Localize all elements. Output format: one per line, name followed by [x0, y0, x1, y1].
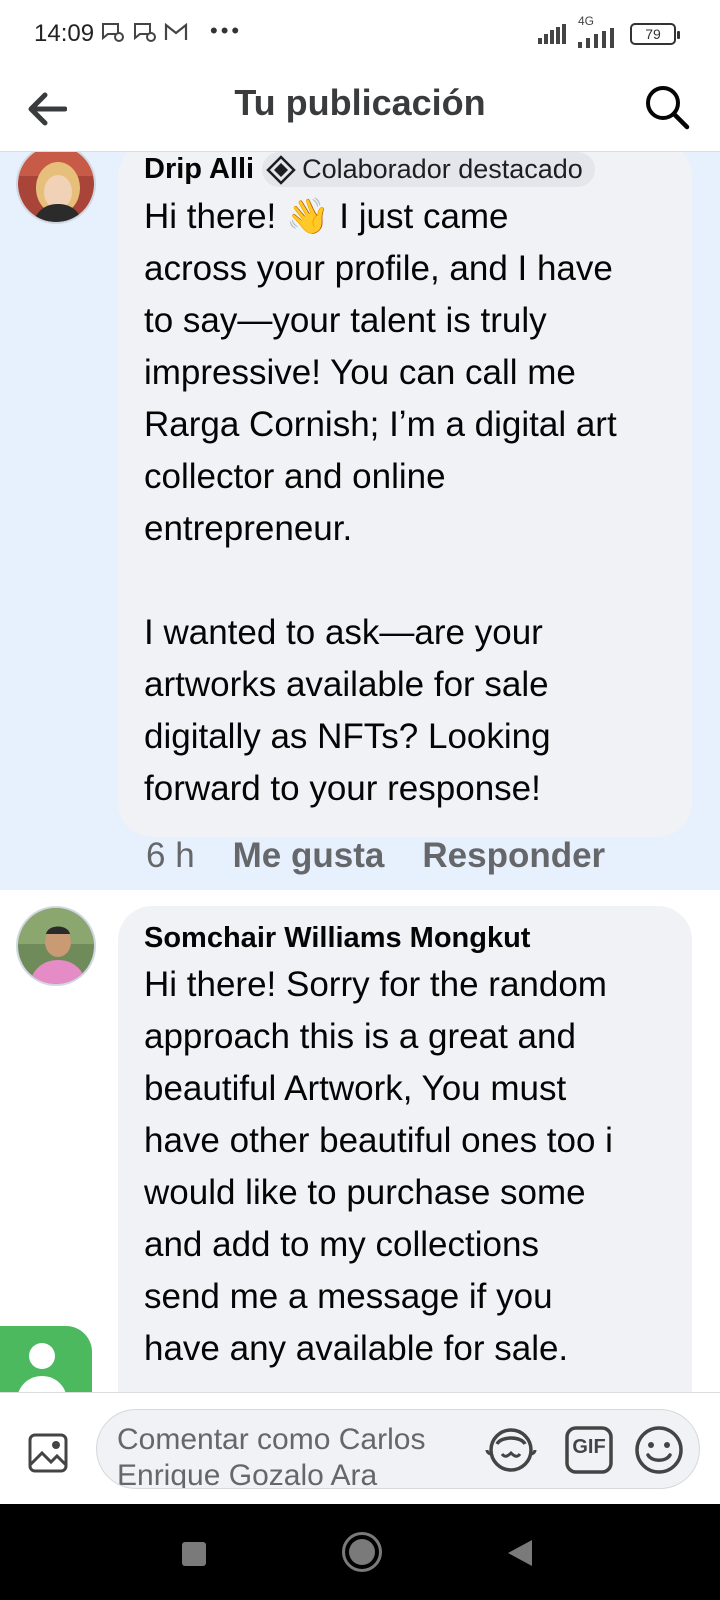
author-row: Drip Alli Colaborador destacado [144, 152, 668, 187]
comment-author[interactable]: Somchair Williams Mongkut [144, 922, 530, 955]
search-button[interactable] [640, 80, 694, 134]
avatar[interactable] [16, 906, 96, 986]
reply-button[interactable]: Responder [422, 836, 605, 876]
comment-list[interactable]: Drip Alli Colaborador destacado Hi there… [0, 152, 720, 1392]
smiley-icon [635, 1426, 683, 1474]
search-icon [646, 86, 690, 130]
comment-text: Hi there! Sorry for the random approach … [144, 965, 613, 1368]
top-bar: Tu publicación [0, 68, 720, 152]
comment-item: Drip Alli Colaborador destacado Hi there… [0, 152, 720, 890]
comment-bubble[interactable]: Somchair Williams Mongkut Hi there! Sorr… [118, 906, 692, 1392]
system-back-button[interactable] [508, 1540, 532, 1566]
diamond-badge-icon [266, 154, 296, 185]
comment-time: 6 h [146, 836, 195, 875]
chat-notification-icon [134, 23, 156, 42]
comment-text: Hi there! 👋 I just came across your prof… [144, 197, 617, 808]
author-row: Somchair Williams Mongkut [144, 922, 668, 955]
page-title: Tu publicación [234, 82, 486, 123]
battery-level: 79 [645, 26, 661, 42]
notification-icons [100, 20, 188, 44]
comment-composer: Comentar como Carlos Enrique Gozalo Ara … [0, 1392, 720, 1504]
like-button[interactable]: Me gusta [233, 836, 385, 876]
avatar-sticker-icon [485, 1428, 537, 1472]
photo-button[interactable] [26, 1431, 70, 1475]
more-notifications-icon: ••• [210, 18, 243, 43]
comment-item: Somchair Williams Mongkut Hi there! Sorr… [0, 890, 720, 1392]
gif-button[interactable]: GIF [563, 1424, 615, 1476]
gmail-icon [164, 22, 188, 40]
top-contributor-badge[interactable]: Colaborador destacado [262, 152, 595, 187]
chat-notification-icon [102, 23, 124, 42]
comment-input[interactable]: Comentar como Carlos Enrique Gozalo Ara … [96, 1409, 700, 1489]
network-type: 4G [578, 14, 595, 28]
image-icon [28, 1433, 68, 1473]
system-navigation-bar [0, 1504, 720, 1600]
emoji-button[interactable] [633, 1424, 685, 1476]
comment-placeholder: Comentar como Carlos Enrique Gozalo Ara [117, 1423, 426, 1489]
status-time: 14:09 [34, 20, 95, 47]
status-right: 4G 79 [538, 14, 680, 48]
badge-label: Colaborador destacado [302, 154, 583, 184]
battery-icon: 79 [630, 23, 680, 45]
status-bar: 14:09 ••• 4G 79 [0, 0, 720, 68]
comment-actions: 6 h Me gusta Responder [146, 836, 605, 876]
recent-apps-button[interactable] [182, 1542, 206, 1566]
wifi-signal-icon [538, 24, 566, 44]
home-button[interactable] [342, 1532, 382, 1572]
comment-bubble[interactable]: Drip Alli Colaborador destacado Hi there… [118, 152, 692, 837]
cellular-signal-icon: 4G [578, 14, 620, 48]
gif-label: GIF [572, 1436, 606, 1458]
comment-author[interactable]: Drip Alli [144, 153, 254, 186]
avatar[interactable] [16, 152, 96, 224]
avatar-sticker-button[interactable] [485, 1424, 537, 1476]
